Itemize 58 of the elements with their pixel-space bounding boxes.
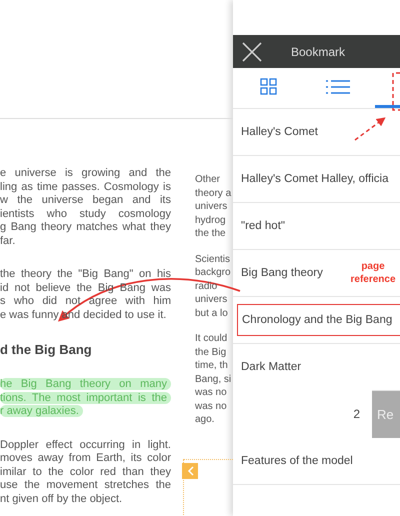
bookmark-row[interactable]: Halley's Comet (233, 109, 400, 156)
text-line: ling as time passes. Cosmology is (0, 180, 171, 194)
bookmark-label: Big Bang theory (241, 267, 323, 279)
close-button[interactable] (241, 40, 263, 62)
page-input[interactable]: 2 (233, 390, 372, 438)
bookmark-label: Halley's Comet Halley, officia (241, 173, 388, 185)
text-line: w the universe began and its (0, 194, 171, 208)
text-line: Scientis (195, 252, 232, 266)
text-line: g Bang theory matches what they (0, 221, 171, 234)
text-line: univers (195, 200, 228, 214)
text-line: id not believe the Big Bang was (0, 282, 171, 295)
text-line: Other (195, 173, 222, 186)
text-line: radio (195, 280, 218, 293)
bookmark-label: Features of the model (241, 455, 353, 467)
text-line: ago. (195, 413, 216, 426)
text-line: use the movement stretches the (0, 479, 171, 492)
dashed-highlight-frame (392, 72, 400, 111)
text-line: e universe is growing and the (0, 167, 171, 180)
text-line: ientists who study cosmology (0, 208, 171, 221)
text-line: It could (195, 332, 228, 346)
bookmark-label: Dark Matter (241, 361, 302, 373)
text-line: backgro (195, 266, 232, 280)
bookmark-row[interactable]: Features of the model (233, 438, 400, 485)
highlighted-text: r away galaxies. (0, 405, 83, 417)
text-line: theory a (195, 186, 232, 200)
text-line: nt given off by the object. (0, 492, 124, 506)
text-line: univers (195, 293, 228, 306)
close-icon (241, 40, 263, 62)
dashed-arrow (354, 117, 386, 141)
list-icon (326, 78, 350, 94)
section-heading: d the Big Bang (0, 342, 93, 358)
bookmark-row[interactable]: Big Bang theory page reference (233, 250, 400, 297)
text-line: moves away from Earth, its color (0, 452, 171, 466)
text-line: imilar to the color red than they (0, 466, 171, 479)
text-line: but a lo (195, 306, 229, 320)
text-line: was no (195, 386, 228, 400)
panel-title: Bookmark (291, 44, 346, 58)
text-line: far. (0, 234, 16, 248)
highlighted-text: tions. The most important is the (0, 392, 171, 404)
grid-icon (260, 78, 276, 95)
bookmark-row[interactable]: "red hot" (233, 203, 400, 250)
highlighted-bookmark-label: Chronology and the Big Bang (237, 304, 400, 336)
text-line: the Big (195, 346, 228, 359)
bookmark-label: Halley's Comet (241, 126, 318, 138)
text-line: Bang, si (195, 372, 232, 386)
chevron-left-icon (186, 466, 194, 476)
highlighted-text: he Big Bang theory on many (0, 378, 171, 390)
annotation-label: page reference (349, 260, 397, 286)
bookmark-label: "red hot" (241, 220, 285, 232)
text-line: hydrog (195, 214, 227, 227)
text-line: s who did not agree with him (0, 295, 171, 308)
text-line: the theory the "Big Bang" on his (0, 268, 171, 282)
text-line: was no (195, 400, 228, 413)
bookmark-row[interactable]: Chronology and the Big Bang (233, 297, 400, 344)
text-line: time, th (195, 359, 229, 372)
text-line: Doppler effect occurring in light. (0, 438, 171, 452)
text-line: the the (195, 227, 227, 240)
bookmark-row[interactable]: Halley's Comet Halley, officia (233, 156, 400, 203)
